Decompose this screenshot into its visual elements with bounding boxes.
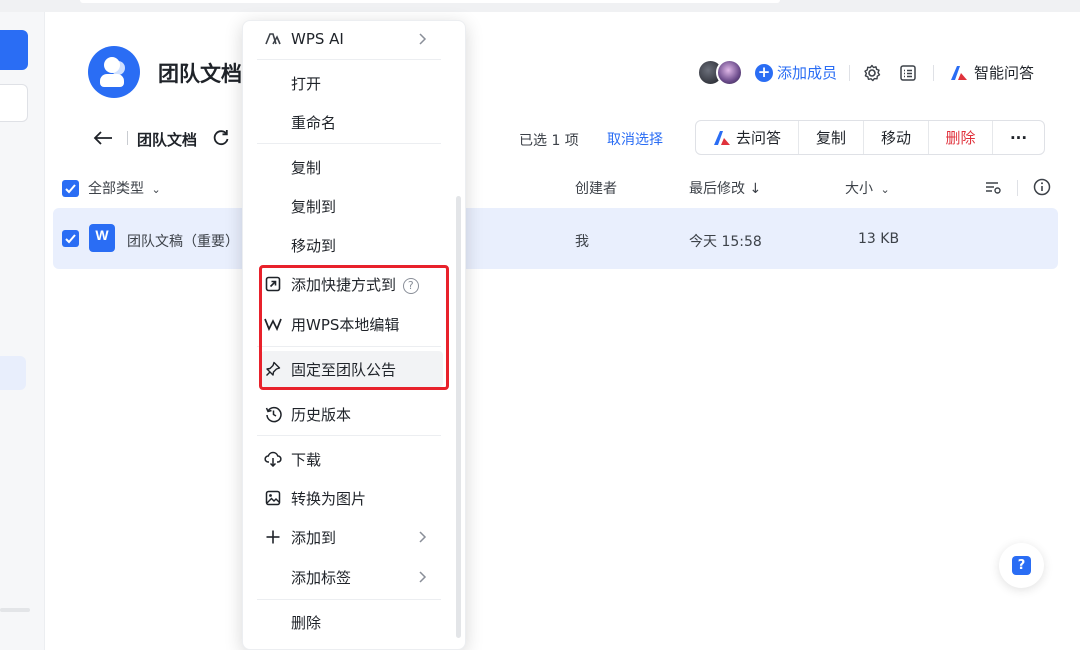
chevron-right-icon	[419, 33, 427, 45]
copy-button[interactable]: 复制	[799, 121, 864, 154]
menu-item-delete[interactable]: 删除	[243, 604, 465, 640]
wps-ai-icon	[263, 29, 283, 49]
refresh-icon[interactable]	[211, 128, 231, 148]
wps-ai-logo-icon	[713, 130, 730, 145]
avatar[interactable]	[716, 59, 743, 86]
column-settings-icon[interactable]	[984, 178, 1002, 196]
menu-item-history[interactable]: 历史版本	[243, 396, 465, 432]
menu-item-copy[interactable]: 复制	[243, 149, 465, 185]
action-bar: 去问答 复制 移动 删除 ···	[695, 120, 1045, 155]
menu-divider	[257, 435, 441, 436]
column-size-label: 大小	[845, 181, 873, 197]
menu-item-label: WPS AI	[291, 30, 344, 48]
chevron-right-icon	[419, 571, 427, 583]
ai-qa-button[interactable]: 智能问答	[950, 62, 1034, 83]
cloud-download-icon	[263, 449, 283, 469]
column-modified[interactable]: 最后修改 ↓	[689, 178, 761, 198]
wps-ai-logo-icon	[951, 65, 967, 80]
menu-item-label: 添加标签	[291, 568, 352, 587]
divider	[1017, 180, 1018, 196]
menu-item-label: 下载	[291, 450, 322, 469]
history-icon	[263, 404, 283, 424]
gear-icon[interactable]	[862, 63, 882, 83]
add-circle-icon: +	[755, 63, 773, 82]
chevron-right-icon	[419, 531, 427, 543]
divider	[849, 65, 850, 81]
annotation-highlight-box	[259, 265, 449, 390]
sidebar-scrollbar[interactable]	[0, 608, 30, 612]
team-logo-icon	[88, 46, 140, 98]
select-all-checkbox[interactable]	[62, 180, 79, 197]
type-filter-label: 全部类型	[88, 181, 144, 197]
breadcrumb[interactable]: 团队文档	[137, 129, 197, 150]
menu-item-move-to[interactable]: 移动到	[243, 227, 465, 263]
divider	[127, 131, 128, 145]
menu-item-label: 转换为图片	[291, 489, 367, 508]
menu-item-label: 添加到	[291, 528, 337, 547]
ask-label: 去问答	[735, 129, 781, 147]
more-button[interactable]: ···	[993, 121, 1044, 154]
menu-item-add-to[interactable]: 添加到	[243, 519, 465, 555]
menu-item-convert-image[interactable]: 转换为图片	[243, 480, 465, 516]
column-size[interactable]: 大小 ⌄	[845, 178, 890, 198]
row-checkbox[interactable]	[62, 230, 79, 247]
menu-item-label: 复制	[291, 158, 322, 177]
menu-item-label: 重命名	[291, 113, 337, 132]
delete-button[interactable]: 删除	[929, 121, 993, 154]
help-button[interactable]: ?	[999, 543, 1044, 588]
sidebar-primary-button[interactable]	[0, 30, 28, 70]
menu-divider	[257, 143, 441, 144]
sidebar-item-selected[interactable]	[0, 356, 26, 390]
chevron-down-icon: ⌄	[151, 183, 161, 196]
menu-item-download[interactable]: 下载	[243, 441, 465, 477]
help-icon: ?	[1012, 556, 1031, 575]
image-icon	[263, 488, 283, 508]
sidebar-search-box[interactable]	[0, 84, 28, 122]
file-size: 13 KB	[858, 231, 900, 247]
menu-scrollbar[interactable]	[456, 196, 461, 638]
menu-item-rename[interactable]: 重命名	[243, 104, 465, 140]
column-creator[interactable]: 创建者	[575, 178, 617, 198]
ai-qa-label: 智能问答	[974, 64, 1035, 82]
menu-divider	[257, 59, 441, 60]
back-arrow-icon[interactable]	[92, 128, 114, 148]
member-avatars[interactable]	[697, 59, 747, 86]
menu-item-copy-to[interactable]: 复制到	[243, 188, 465, 224]
menu-item-add-tag[interactable]: 添加标签	[243, 559, 465, 595]
menu-item-open[interactable]: 打开	[243, 65, 465, 101]
browser-top-strip	[0, 0, 1080, 12]
page-title: 团队文档	[158, 62, 242, 86]
chevron-down-icon: ⌄	[880, 183, 890, 196]
add-member-label: 添加成员	[777, 64, 838, 82]
info-icon[interactable]	[1033, 178, 1051, 196]
file-creator: 我	[575, 234, 589, 250]
menu-item-label: 打开	[291, 74, 322, 93]
menu-item-wps-ai[interactable]: WPS AI	[243, 21, 465, 57]
cancel-selection-link[interactable]: 取消选择	[607, 129, 663, 149]
add-member-button[interactable]: + 添加成员	[755, 62, 837, 83]
browser-tab[interactable]	[80, 0, 780, 3]
list-icon[interactable]	[898, 63, 918, 83]
menu-divider	[257, 599, 441, 600]
type-filter-dropdown[interactable]: 全部类型 ⌄	[88, 178, 161, 198]
file-name[interactable]: 团队文稿（重要）	[127, 231, 239, 251]
plus-icon	[263, 527, 283, 547]
move-button[interactable]: 移动	[864, 121, 929, 154]
divider	[933, 65, 934, 81]
menu-item-label: 历史版本	[291, 405, 352, 424]
menu-item-label: 删除	[291, 613, 322, 632]
selected-count: 已选 1 项	[519, 133, 579, 149]
menu-item-label: 复制到	[291, 197, 337, 216]
left-sidebar	[0, 12, 45, 650]
word-doc-icon: W	[89, 224, 115, 252]
menu-item-label: 移动到	[291, 236, 337, 255]
ask-button[interactable]: 去问答	[696, 121, 799, 154]
file-modified: 今天 15:58	[689, 234, 762, 250]
